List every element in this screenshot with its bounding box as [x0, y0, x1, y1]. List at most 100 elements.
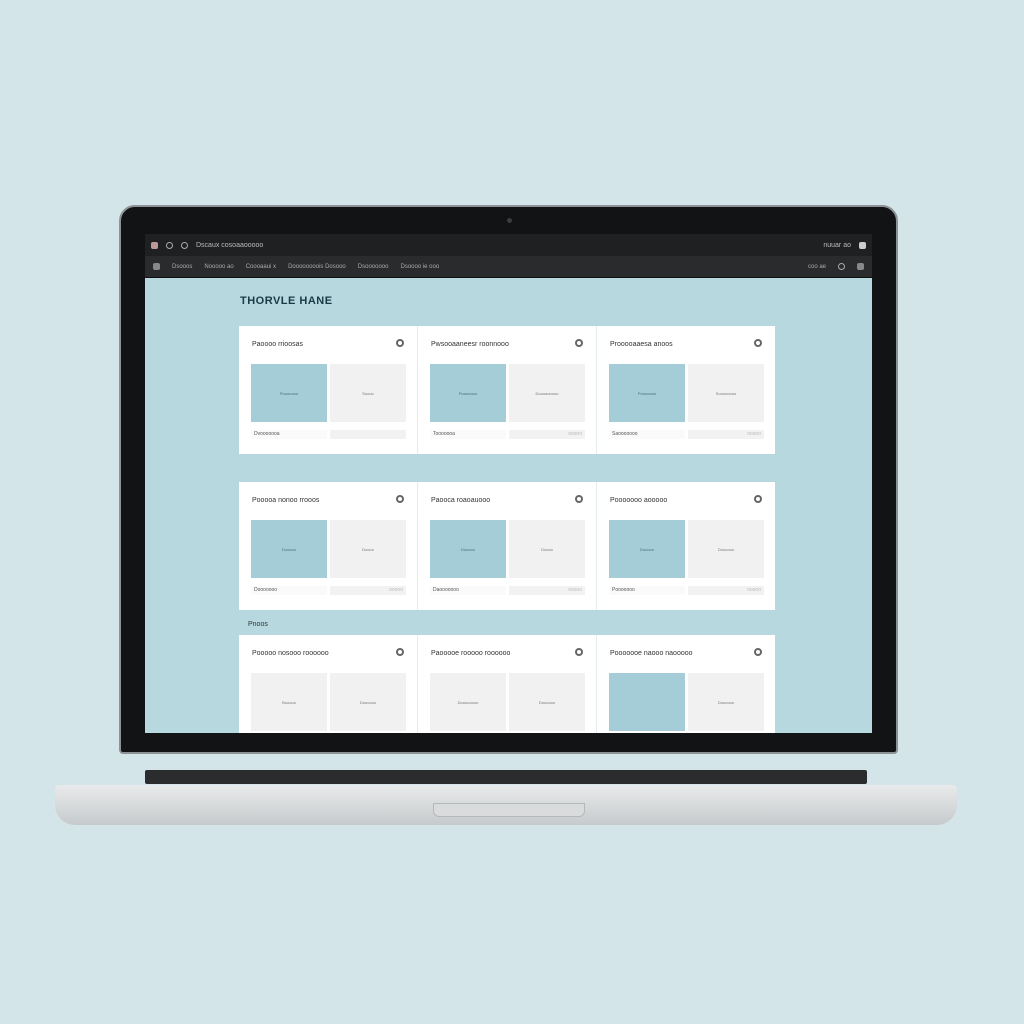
card-footer-right: ooooo [688, 430, 764, 439]
home-icon[interactable] [181, 241, 188, 249]
card-row: Pooooo nosooo roooooo Booooo Doooooo Pao… [239, 635, 775, 733]
card-title: Prooooaaesa anoos [610, 341, 673, 348]
card-title: Pooooooo aooooo [610, 497, 668, 504]
thumbnail-label: Dooooo [639, 546, 654, 552]
card-title: Paoooo rrioosas [252, 341, 303, 348]
window-control-icon[interactable] [859, 241, 866, 249]
thumbnail-label: Soooo [362, 390, 374, 396]
card-footer-right: ooooo [330, 586, 406, 595]
settings-icon[interactable] [166, 241, 173, 249]
card-footer-right: ooooo [509, 430, 585, 439]
thumbnail-right[interactable]: Doooaooooo [509, 364, 585, 422]
toolbar-item-5[interactable]: Dsoooo ie ooo [400, 264, 439, 270]
options-circle-icon[interactable] [396, 339, 404, 347]
account-icon[interactable] [838, 263, 845, 270]
thumbnail-label: Dooooo [281, 546, 296, 552]
thumbnail-right[interactable]: Doooooo [509, 673, 585, 731]
card[interactable]: Paoooo rrioosas Pooooooo Soooo Dvooooooa [239, 326, 417, 454]
thumbnail-label: Doooooo [717, 546, 735, 552]
toolbar: Dsooos Nooooo ao Coooaaui x Doooooooois … [145, 256, 872, 278]
menu-icon[interactable] [153, 263, 160, 270]
thumbnail-left[interactable]: Dooooo [251, 520, 327, 578]
thumbnail-right[interactable]: Soooo [330, 364, 406, 422]
card-title: Pwsooaaneesr roonnooo [431, 341, 509, 348]
page-title: THORVLE HANE [240, 295, 333, 307]
toolbar-item-4[interactable]: Dsooooooo [358, 264, 389, 270]
card-footer-left: Pooooooo [609, 586, 685, 595]
camera [507, 218, 512, 223]
thumbnail-label: Doooooo [359, 699, 377, 705]
thumbnail-label: Soooooooo [715, 390, 737, 396]
card-title: Pooooa nonoo rrooos [252, 497, 320, 504]
card-title: Paooooe rooooo roooooo [431, 650, 511, 657]
card-title: Pooooo nosooo roooooo [252, 650, 329, 657]
thumbnail-left[interactable]: Pooooooo [430, 364, 506, 422]
thumbnail-label: Pooooooo [279, 390, 299, 396]
thumbnail-left[interactable]: Pooooooo [609, 364, 685, 422]
share-icon[interactable] [857, 263, 864, 270]
toolbar-right-label: coo ae [807, 263, 826, 270]
options-circle-icon[interactable] [754, 648, 762, 656]
options-circle-icon[interactable] [575, 648, 583, 656]
thumbnail-label: Pooooooo [637, 390, 657, 396]
card-footer-right: ooooo [688, 586, 764, 595]
options-circle-icon[interactable] [575, 495, 583, 503]
thumbnail-left[interactable]: Dooooo [609, 520, 685, 578]
toolbar-item-0[interactable]: Dsooos [172, 264, 192, 270]
toolbar-item-1[interactable]: Nooooo ao [204, 264, 233, 270]
thumbnail-label: Doooo [541, 546, 553, 552]
trackpad-notch [433, 803, 585, 817]
title-bar: Dscaux cosoaaooooo nuuar ao [145, 234, 872, 256]
thumbnail-label: Doooooo [717, 699, 735, 705]
thumbnail-right[interactable]: Doooo [330, 520, 406, 578]
thumbnail-right[interactable]: Doooooo [688, 673, 764, 731]
thumbnail-left[interactable]: Dooooo [430, 520, 506, 578]
card[interactable]: Pooooo nosooo roooooo Booooo Doooooo [239, 635, 417, 733]
thumbnail-label: Doooo [362, 546, 374, 552]
toolbar-item-2[interactable]: Coooaaui x [246, 264, 276, 270]
toolbar-item-3[interactable]: Doooooooois Dosooo [288, 264, 346, 270]
options-circle-icon[interactable] [396, 648, 404, 656]
card[interactable]: Paooooe rooooo roooooo Doooooooo Doooooo [418, 635, 596, 733]
main-content: THORVLE HANE Paoooo rrioosas Pooooooo So… [145, 278, 872, 733]
thumbnail-left[interactable]: Booooo [251, 673, 327, 731]
row-label: Pnoos [248, 621, 268, 628]
card-footer-left: Tooooooa [430, 430, 506, 439]
card-footer-left: Dooooooo [251, 586, 327, 595]
thumbnail-label: Doooaooooo [535, 390, 559, 396]
card[interactable]: Paooca roaoauooo Dooooo Doooo Daooooooo … [418, 482, 596, 610]
keyboard [145, 770, 867, 784]
app-icon [151, 241, 158, 249]
card-footer-left: Dvooooooa [251, 430, 327, 439]
card[interactable]: Pooooooo aooooo Dooooo Doooooo Pooooooo … [597, 482, 775, 610]
screen: Dscaux cosoaaooooo nuuar ao Dsooos Noooo… [145, 234, 872, 733]
card-row: Paoooo rrioosas Pooooooo Soooo Dvooooooa… [239, 326, 775, 454]
card[interactable]: Pooooa nonoo rrooos Dooooo Doooo Doooooo… [239, 482, 417, 610]
card-footer-left: Saooooooo [609, 430, 685, 439]
window-right-label: nuuar ao [823, 241, 851, 249]
thumbnail-left[interactable]: Pooooooo [251, 364, 327, 422]
options-circle-icon[interactable] [754, 339, 762, 347]
options-circle-icon[interactable] [754, 495, 762, 503]
card[interactable]: Prooooaaesa anoos Pooooooo Soooooooo Sao… [597, 326, 775, 454]
thumbnail-label: Booooo [282, 699, 296, 705]
thumbnail-right[interactable]: Doooooo [330, 673, 406, 731]
thumbnail-left[interactable] [609, 673, 685, 731]
thumbnail-left[interactable]: Doooooooo [430, 673, 506, 731]
card-row: Pooooa nonoo rrooos Dooooo Doooo Doooooo… [239, 482, 775, 610]
thumbnail-label: Dooooo [460, 546, 475, 552]
thumbnail-label: Pooooooo [458, 390, 478, 396]
options-circle-icon[interactable] [575, 339, 583, 347]
card-footer-right [330, 430, 406, 439]
card[interactable]: Pooooooe naooo naooooo Doooooo [597, 635, 775, 733]
card-footer-right: ooooo [509, 586, 585, 595]
thumbnail-label: Doooooooo [457, 699, 479, 705]
thumbnail-right[interactable]: Doooo [509, 520, 585, 578]
options-circle-icon[interactable] [396, 495, 404, 503]
window-title: Dscaux cosoaaooooo [196, 241, 264, 249]
thumbnail-right[interactable]: Soooooooo [688, 364, 764, 422]
thumbnail-right[interactable]: Doooooo [688, 520, 764, 578]
card-footer-left: Daooooooo [430, 586, 506, 595]
thumbnail-label: Doooooo [538, 699, 556, 705]
card[interactable]: Pwsooaaneesr roonnooo Pooooooo Doooaoooo… [418, 326, 596, 454]
